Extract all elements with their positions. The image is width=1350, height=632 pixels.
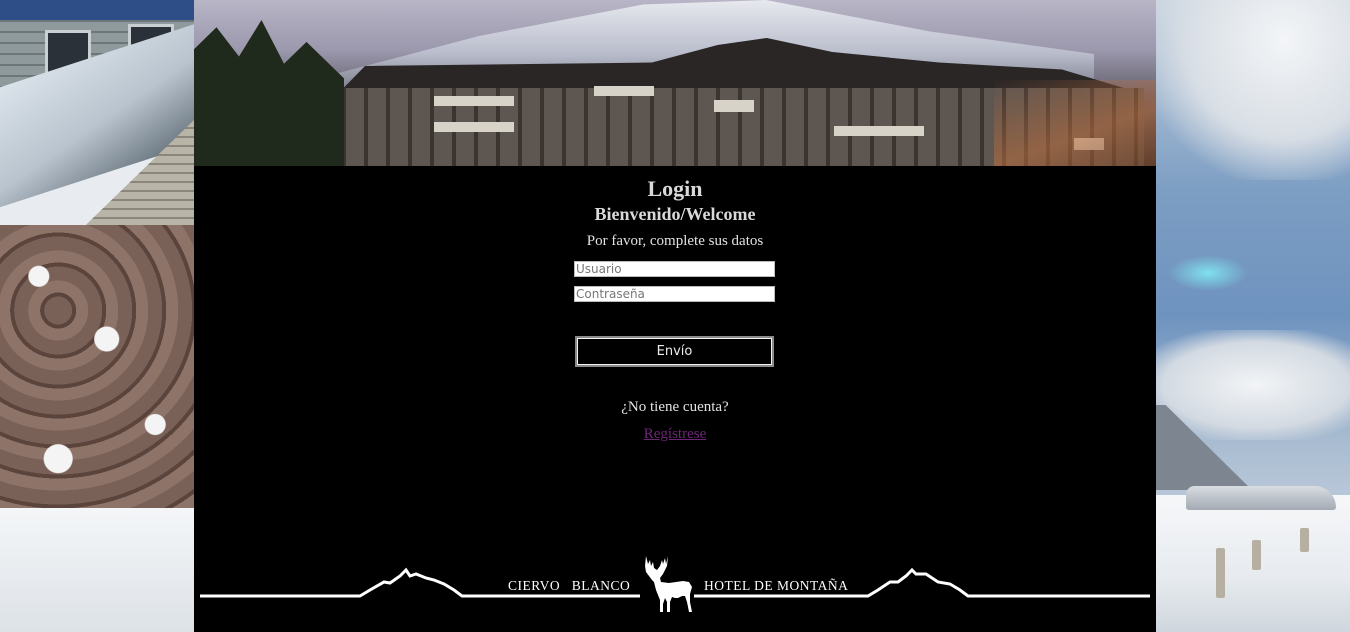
deer-icon: [645, 556, 692, 612]
logo-skyline: [200, 556, 1150, 612]
register-link-wrapper: Regístrese: [194, 426, 1156, 443]
welcome-subtitle: Bienvenido/Welcome: [594, 204, 756, 224]
logo-text-left: CIERVO BLANCO: [508, 578, 631, 593]
hotel-banner-image: [194, 0, 1156, 166]
password-input[interactable]: [574, 286, 775, 302]
instruction-text: Por favor, complete sus datos: [586, 233, 764, 249]
hotel-logo: CIERVO BLANCO HOTEL DE MONTAÑA: [194, 552, 1156, 622]
left-side-photo: [0, 0, 194, 632]
submit-button[interactable]: Envío: [575, 336, 774, 367]
login-panel: Login Bienvenido/Welcome Por favor, comp…: [194, 166, 1156, 632]
register-link[interactable]: Regístrese: [644, 426, 706, 442]
page-title: Login: [647, 176, 703, 201]
right-side-photo: [1156, 0, 1350, 632]
logo-text-right: HOTEL DE MONTAÑA: [704, 578, 849, 593]
username-input[interactable]: [574, 261, 775, 277]
no-account-text: ¿No tiene cuenta?: [621, 399, 729, 415]
